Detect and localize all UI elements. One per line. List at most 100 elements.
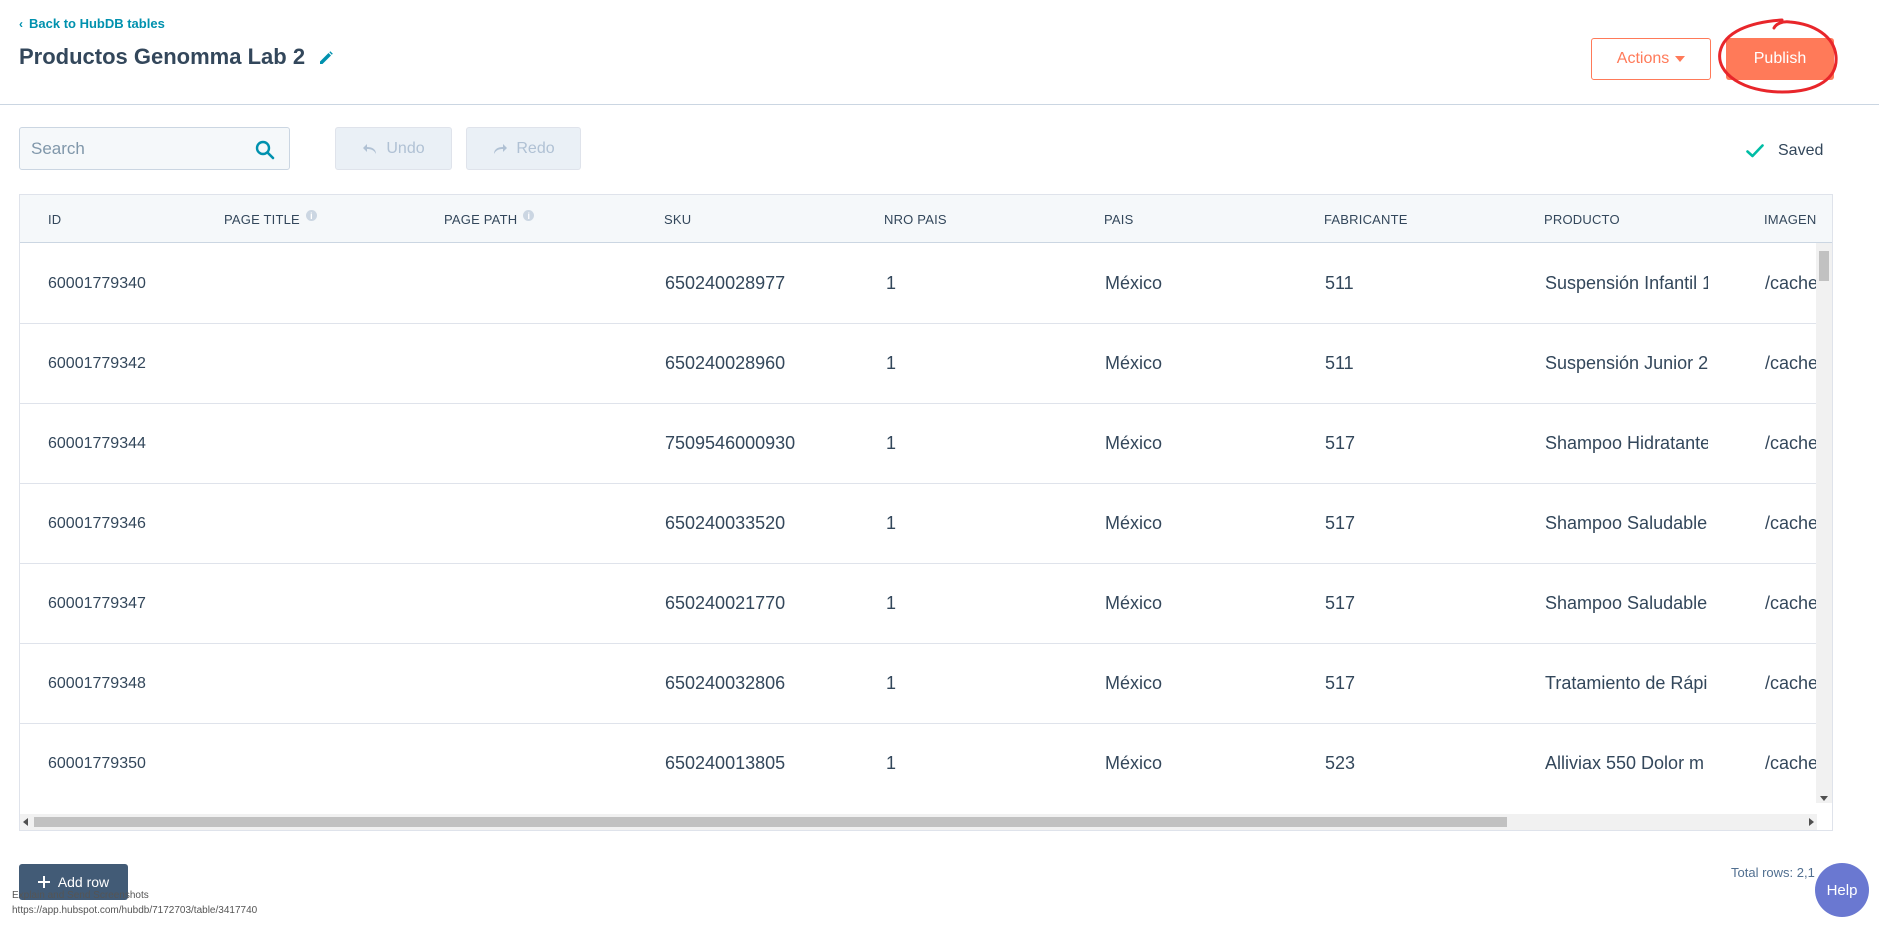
- pencil-icon[interactable]: [318, 50, 334, 66]
- cell-fabricante[interactable]: 517: [1325, 673, 1355, 694]
- vertical-scrollbar-thumb[interactable]: [1819, 251, 1829, 281]
- column-label: PAIS: [1104, 212, 1134, 227]
- cell-fabricante[interactable]: 517: [1325, 433, 1355, 454]
- column-header-nro-pais[interactable]: NRO PAIS: [884, 212, 947, 227]
- table-row[interactable]: 60001779342 650240028960 1 México 511 Su…: [20, 323, 1817, 404]
- cell-fabricante[interactable]: 511: [1325, 273, 1354, 294]
- cell-pais[interactable]: México: [1105, 753, 1162, 774]
- column-header-page-title[interactable]: PAGE TITLE i: [224, 210, 317, 227]
- cell-sku[interactable]: 650240028977: [665, 273, 785, 294]
- scroll-right-arrow[interactable]: [1809, 818, 1814, 826]
- cell-sku[interactable]: 650240028960: [665, 353, 785, 374]
- column-header-id[interactable]: ID: [48, 212, 61, 227]
- cell-imagen[interactable]: /cache: [1765, 433, 1817, 454]
- undo-label: Undo: [386, 139, 425, 157]
- table-row[interactable]: 60001779344 7509546000930 1 México 517 S…: [20, 403, 1817, 484]
- back-to-tables-link[interactable]: ‹ Back to HubDB tables: [19, 16, 165, 31]
- vertical-scrollbar[interactable]: [1816, 243, 1832, 803]
- table-body: 60001779340 650240028977 1 México 511 Su…: [20, 243, 1817, 803]
- publish-label: Publish: [1753, 50, 1807, 67]
- cell-fabricante[interactable]: 523: [1325, 753, 1355, 774]
- cell-fabricante[interactable]: 511: [1325, 353, 1354, 374]
- add-row-label: Add row: [57, 874, 110, 890]
- back-link-label: Back to HubDB tables: [29, 16, 165, 31]
- scroll-down-arrow[interactable]: [1820, 796, 1828, 801]
- cell-sku[interactable]: 650240013805: [665, 753, 785, 774]
- cell-imagen[interactable]: /cache: [1765, 353, 1817, 374]
- cell-producto[interactable]: Shampoo Saludable: [1545, 513, 1708, 534]
- cell-pais[interactable]: México: [1105, 593, 1162, 614]
- table-row[interactable]: 60001779340 650240028977 1 México 511 Su…: [20, 243, 1817, 324]
- column-label: PRODUCTO: [1544, 212, 1620, 227]
- column-header-pais[interactable]: PAIS: [1104, 212, 1133, 227]
- column-header-fabricante[interactable]: FABRICANTE: [1324, 212, 1408, 227]
- table-row[interactable]: 60001779350 650240013805 1 México 523 Al…: [20, 723, 1817, 803]
- publish-button[interactable]: Publish: [1726, 38, 1834, 80]
- cell-imagen[interactable]: /cache: [1765, 673, 1817, 694]
- page-title: Productos Genomma Lab 2: [19, 44, 306, 69]
- table-row[interactable]: 60001779347 650240021770 1 México 517 Sh…: [20, 563, 1817, 644]
- redo-button[interactable]: Redo: [466, 127, 581, 170]
- column-header-producto[interactable]: PRODUCTO: [1544, 212, 1620, 227]
- cell-id[interactable]: 60001779346: [48, 515, 146, 533]
- cell-producto[interactable]: Alliviax 550 Dolor m: [1545, 753, 1708, 774]
- info-icon[interactable]: i: [305, 210, 317, 221]
- cell-sku[interactable]: 650240033520: [665, 513, 785, 534]
- help-button[interactable]: Help: [1815, 863, 1869, 917]
- column-header-page-path[interactable]: PAGE PATH i: [444, 210, 535, 227]
- cell-producto[interactable]: Shampoo Saludable: [1545, 593, 1708, 614]
- cell-sku[interactable]: 650240032806: [665, 673, 785, 694]
- cell-pais[interactable]: México: [1105, 353, 1162, 374]
- cell-nro-pais[interactable]: 1: [886, 433, 896, 454]
- table-row[interactable]: 60001779348 650240032806 1 México 517 Tr…: [20, 643, 1817, 724]
- cell-fabricante[interactable]: 517: [1325, 513, 1355, 534]
- undo-button[interactable]: Undo: [335, 127, 452, 170]
- column-label: ID: [48, 212, 62, 227]
- cell-producto[interactable]: Shampoo Hidratante: [1545, 433, 1708, 454]
- cell-sku[interactable]: 650240021770: [665, 593, 785, 614]
- search-input[interactable]: [20, 137, 253, 160]
- cell-producto[interactable]: Tratamiento de Rápi: [1545, 673, 1708, 694]
- cell-pais[interactable]: México: [1105, 433, 1162, 454]
- column-header-sku[interactable]: SKU: [664, 212, 691, 227]
- actions-button[interactable]: Actions: [1591, 38, 1711, 80]
- cell-producto[interactable]: Suspensión Infantil 1: [1545, 273, 1708, 294]
- cell-imagen[interactable]: /cache: [1765, 273, 1817, 294]
- cell-nro-pais[interactable]: 1: [886, 593, 896, 614]
- horizontal-scrollbar-thumb[interactable]: [34, 817, 1507, 827]
- cell-pais[interactable]: México: [1105, 673, 1162, 694]
- cell-id[interactable]: 60001779340: [48, 275, 146, 293]
- cell-imagen[interactable]: /cache: [1765, 513, 1817, 534]
- scroll-left-arrow[interactable]: [23, 818, 28, 826]
- cell-imagen[interactable]: /cache: [1765, 593, 1817, 614]
- table-header: ID PAGE TITLE i PAGE PATH i SKU NRO PAIS P…: [20, 195, 1832, 243]
- redo-icon: [494, 143, 508, 154]
- cell-nro-pais[interactable]: 1: [886, 513, 896, 534]
- cell-id[interactable]: 60001779347: [48, 595, 146, 613]
- cell-id[interactable]: 60001779342: [48, 355, 146, 373]
- cell-nro-pais[interactable]: 1: [886, 673, 896, 694]
- horizontal-scrollbar[interactable]: [20, 814, 1817, 830]
- info-icon[interactable]: i: [523, 210, 535, 221]
- cell-id[interactable]: 60001779348: [48, 675, 146, 693]
- search-icon[interactable]: [255, 140, 275, 160]
- hubdb-table: ID PAGE TITLE i PAGE PATH i SKU NRO PAIS P…: [19, 194, 1833, 831]
- column-label: FABRICANTE: [1324, 212, 1408, 227]
- cell-fabricante[interactable]: 517: [1325, 593, 1355, 614]
- column-header-imagen[interactable]: IMAGEN: [1764, 212, 1816, 227]
- cell-imagen[interactable]: /cache: [1765, 753, 1817, 774]
- cell-nro-pais[interactable]: 1: [886, 273, 896, 294]
- cell-producto[interactable]: Suspensión Junior 2: [1545, 353, 1708, 374]
- cell-sku[interactable]: 7509546000930: [665, 433, 795, 454]
- saved-label: Saved: [1778, 142, 1824, 159]
- table-row[interactable]: 60001779346 650240033520 1 México 517 Sh…: [20, 483, 1817, 564]
- cell-id[interactable]: 60001779344: [48, 435, 146, 453]
- cell-id[interactable]: 60001779350: [48, 755, 146, 773]
- cell-nro-pais[interactable]: 1: [886, 753, 896, 774]
- search-box[interactable]: [19, 127, 290, 170]
- cell-pais[interactable]: México: [1105, 273, 1162, 294]
- screenshot-overlay-url: https://app.hubspot.com/hubdb/7172703/ta…: [12, 905, 258, 916]
- cell-nro-pais[interactable]: 1: [886, 353, 896, 374]
- cell-pais[interactable]: México: [1105, 513, 1162, 534]
- column-label: PAGE PATH: [444, 212, 518, 227]
